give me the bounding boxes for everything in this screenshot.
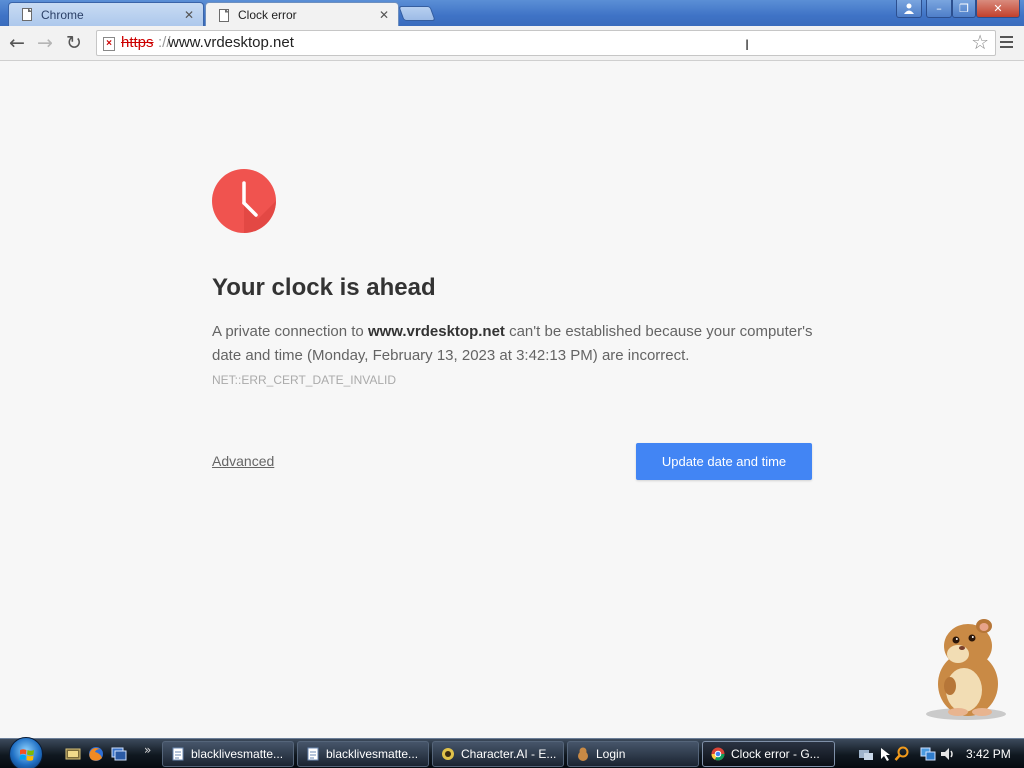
clock-icon xyxy=(212,169,276,233)
windows-taskbar: » blacklivesmatte... blacklivesmatte... … xyxy=(0,737,1024,768)
page-icon xyxy=(22,8,32,21)
task-label: Clock error - G... xyxy=(731,747,820,761)
back-arrow-icon: ← xyxy=(9,32,25,54)
description-host: www.vrdesktop.net xyxy=(367,323,505,340)
volume-icon[interactable] xyxy=(940,746,956,762)
minimize-icon: – xyxy=(936,2,942,15)
page-title: Your clock is ahead xyxy=(212,274,436,301)
user-icon[interactable] xyxy=(896,0,922,18)
network-status-icon[interactable] xyxy=(920,746,936,762)
chrome-menu-icon[interactable] xyxy=(1000,36,1013,48)
task-label: Character.AI - E... xyxy=(461,747,557,761)
close-icon: ✕ xyxy=(993,2,1003,15)
tab-close-icon[interactable]: ✕ xyxy=(376,8,392,22)
reload-icon: ↻ xyxy=(66,32,82,54)
page-icon xyxy=(219,8,229,22)
taskbar-item-character-ai[interactable]: Character.AI - E... xyxy=(432,741,564,767)
back-button[interactable]: ← xyxy=(6,32,28,54)
browser-toolbar: ← → ↻ × https :// www.vrdesktop.net ☆ xyxy=(0,26,1024,61)
advanced-link[interactable]: Advanced xyxy=(212,453,274,469)
login-icon xyxy=(578,747,588,761)
taskbar-item-login[interactable]: Login xyxy=(567,741,699,767)
chrome-icon xyxy=(711,747,725,761)
document-icon xyxy=(307,747,319,761)
tab-clock-error[interactable]: Clock error ✕ xyxy=(205,2,399,27)
broken-lock-icon: × xyxy=(103,37,115,51)
tab-title: Clock error xyxy=(238,8,297,22)
firefox-icon[interactable] xyxy=(88,746,104,762)
task-label: blacklivesmatte... xyxy=(191,747,284,761)
forward-arrow-icon: → xyxy=(37,32,53,54)
tab-close-icon[interactable]: ✕ xyxy=(181,8,197,22)
bookmark-star-icon[interactable]: ☆ xyxy=(971,31,989,55)
tab-title: Chrome xyxy=(41,7,84,22)
minimize-button[interactable]: – xyxy=(926,0,952,18)
character-ai-icon xyxy=(442,748,454,760)
description-prefix: A private connection to xyxy=(212,323,368,340)
tab-chrome[interactable]: Chrome ✕ xyxy=(8,2,204,26)
quick-launch-chevron[interactable]: » xyxy=(144,743,151,757)
restore-button[interactable]: ❐ xyxy=(952,0,976,18)
network-icon[interactable] xyxy=(858,746,874,762)
browser-title-bar: Chrome ✕ Clock error ✕ – ❐ ✕ xyxy=(0,0,1024,27)
text-cursor-icon: I xyxy=(745,38,750,54)
pointer-icon[interactable] xyxy=(878,746,894,762)
windows-logo-icon xyxy=(19,749,34,761)
address-bar[interactable]: × https :// www.vrdesktop.net ☆ xyxy=(96,30,996,56)
start-button[interactable] xyxy=(9,737,43,768)
task-label: blacklivesmatte... xyxy=(326,747,419,761)
error-description: A private connection to www.vrdesktop.ne… xyxy=(212,320,822,368)
taskbar-item-clock-error[interactable]: Clock error - G... xyxy=(702,741,835,767)
restore-icon: ❐ xyxy=(959,2,969,15)
forward-button[interactable]: → xyxy=(34,32,56,54)
update-date-time-button[interactable]: Update date and time xyxy=(636,443,812,480)
taskbar-clock[interactable]: 3:42 PM xyxy=(966,747,1011,761)
search-icon[interactable] xyxy=(894,746,910,762)
error-page: Your clock is ahead A private connection… xyxy=(0,62,1024,738)
switch-windows-icon[interactable] xyxy=(111,746,127,762)
close-button[interactable]: ✕ xyxy=(976,0,1020,18)
show-desktop-icon[interactable] xyxy=(65,746,81,762)
new-tab-button[interactable] xyxy=(398,6,436,21)
task-label: Login xyxy=(596,747,626,761)
hamster-mascot xyxy=(926,619,1006,720)
url-host: www.vrdesktop.net xyxy=(168,34,294,51)
reload-button[interactable]: ↻ xyxy=(63,32,85,54)
taskbar-item-blacklivesmatter-1[interactable]: blacklivesmatte... xyxy=(162,741,294,767)
url-scheme: https xyxy=(121,34,154,51)
taskbar-item-blacklivesmatter-2[interactable]: blacklivesmatte... xyxy=(297,741,429,767)
error-code: NET::ERR_CERT_DATE_INVALID xyxy=(212,373,397,387)
document-icon xyxy=(172,747,184,761)
